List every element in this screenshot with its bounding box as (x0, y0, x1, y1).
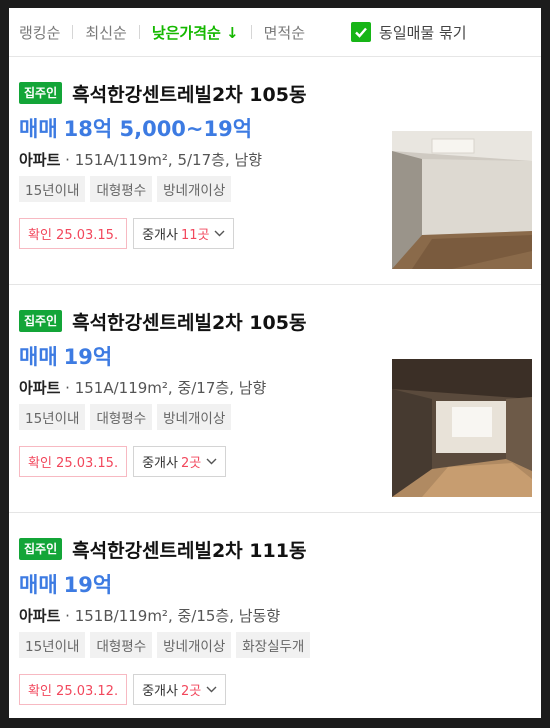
property-type: 아파트 (19, 151, 61, 169)
agents-label: 중개사 (142, 456, 178, 471)
listing-title[interactable]: 흑석한강센트레빌2차 105동 (72, 308, 306, 335)
tag: 방네개이상 (157, 176, 232, 202)
agents-count: 2곳 (180, 684, 202, 699)
tag-list: 15년이내 대형평수 방네개이상 화장실두개 (19, 632, 531, 658)
owner-badge: 집주인 (19, 82, 63, 104)
divider (250, 25, 252, 39)
tag: 화장실두개 (236, 632, 311, 658)
listing-detail: 151A/119m², 중/17층, 남향 (74, 379, 267, 397)
listing-title[interactable]: 흑석한강센트레빌2차 111동 (72, 536, 306, 563)
tag-list: 15년이내 대형평수 방네개이상 (19, 176, 391, 202)
owner-badge: 집주인 (19, 538, 63, 560)
chevron-down-icon (206, 458, 217, 465)
agents-count: 11곳 (180, 228, 210, 243)
listing-item[interactable]: 집주인 흑석한강센트레빌2차 105동 매매 19억 아파트 · 151A/119… (9, 285, 541, 513)
group-label: 동일매물 묶기 (379, 23, 467, 42)
agents-count: 2곳 (180, 456, 202, 471)
trade-type: 매매 (19, 345, 58, 369)
chevron-down-icon (214, 230, 225, 237)
tag: 방네개이상 (157, 404, 232, 430)
tag: 방네개이상 (157, 632, 232, 658)
listing-price: 매매 19억 (19, 341, 391, 371)
sort-area[interactable]: 면적순 (264, 22, 305, 43)
agents-dropdown-button[interactable]: 중개사 11곳 (133, 218, 235, 249)
divider (138, 25, 140, 39)
listing-info: 아파트 · 151A/119m², 중/17층, 남향 (19, 379, 267, 397)
agents-dropdown-button[interactable]: 중개사 2곳 (133, 446, 227, 477)
tag: 15년이내 (19, 404, 86, 430)
listing-item[interactable]: 집주인 흑석한강센트레빌2차 111동 매매 19억 아파트 · 151B/119… (9, 513, 541, 718)
agents-dropdown-button[interactable]: 중개사 2곳 (133, 674, 227, 705)
listing-photo[interactable] (392, 131, 532, 269)
listing-panel: 랭킹순 최신순 낮은가격순 ↓ 면적순 동일매물 묶기 집주인 흑석한강센트레빌… (9, 8, 541, 718)
tag: 대형평수 (90, 176, 153, 202)
tag: 15년이내 (19, 632, 86, 658)
tag: 대형평수 (90, 632, 153, 658)
property-type: 아파트 (19, 379, 61, 397)
listing-info: 아파트 · 151B/119m², 중/15층, 남동향 (19, 607, 281, 625)
agents-label: 중개사 (142, 684, 178, 699)
price-value: 19억 (63, 345, 113, 369)
sort-ranking[interactable]: 랭킹순 (19, 22, 60, 43)
listing-info: 아파트 · 151A/119m², 5/17층, 남향 (19, 151, 263, 169)
tag: 15년이내 (19, 176, 86, 202)
tag-list: 15년이내 대형평수 방네개이상 (19, 404, 391, 430)
listing-price: 매매 18억 5,000~19억 (19, 113, 391, 143)
owner-badge: 집주인 (19, 310, 63, 332)
divider (72, 25, 74, 39)
checkbox-checked-icon[interactable] (351, 22, 372, 42)
property-type: 아파트 (19, 607, 61, 625)
sort-bar: 랭킹순 최신순 낮은가격순 ↓ 면적순 동일매물 묶기 (9, 8, 541, 57)
listing-price: 매매 19억 (19, 569, 531, 599)
sort-newest[interactable]: 최신순 (85, 22, 126, 43)
price-value: 19억 (63, 573, 113, 597)
confirm-date-badge: 확인 25.03.15. (19, 218, 128, 249)
chevron-down-icon (206, 686, 217, 693)
tag: 대형평수 (90, 404, 153, 430)
listing-detail: 151A/119m², 5/17층, 남향 (74, 151, 263, 169)
confirm-date-badge: 확인 25.03.12. (19, 674, 128, 705)
listing-title[interactable]: 흑석한강센트레빌2차 105동 (72, 80, 306, 107)
price-value: 18억 5,000~19억 (63, 117, 253, 141)
agents-label: 중개사 (142, 228, 178, 243)
listing-photo[interactable] (392, 359, 532, 497)
listing-item[interactable]: 집주인 흑석한강센트레빌2차 105동 매매 18억 5,000~19억 아파트 … (9, 57, 541, 285)
trade-type: 매매 (19, 117, 58, 141)
confirm-date-badge: 확인 25.03.15. (19, 446, 128, 477)
group-same-listings-toggle[interactable]: 동일매물 묶기 (351, 22, 467, 43)
sort-low-price[interactable]: 낮은가격순 ↓ (152, 22, 239, 43)
listing-detail: 151B/119m², 중/15층, 남동향 (74, 607, 281, 625)
trade-type: 매매 (19, 573, 58, 597)
